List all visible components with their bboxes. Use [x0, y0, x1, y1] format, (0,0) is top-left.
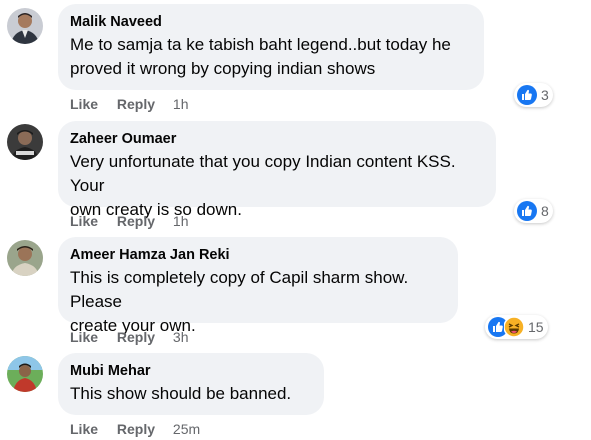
reaction-count: 8 [541, 203, 549, 219]
like-icon [517, 201, 537, 221]
reply-button[interactable]: Reply [117, 328, 155, 346]
avatar[interactable] [7, 8, 43, 44]
comment-text: Me to samja ta ke tabish baht legend..bu… [70, 35, 451, 78]
like-button[interactable]: Like [70, 212, 98, 230]
comment-actions: Like Reply 1h [70, 212, 189, 230]
comment-author[interactable]: Malik Naveed [70, 13, 472, 31]
like-button[interactable]: Like [70, 95, 98, 113]
comment-timestamp[interactable]: 1h [173, 95, 189, 113]
reaction-count: 3 [541, 87, 549, 103]
comment-author[interactable]: Ameer Hamza Jan Reki [70, 246, 446, 264]
comment-actions: Like Reply 25m [70, 420, 200, 438]
comment-actions: Like Reply 3h [70, 328, 189, 346]
comment-author[interactable]: Mubi Mehar [70, 362, 312, 380]
reaction-count: 15 [528, 319, 544, 335]
reaction-summary[interactable]: 3 [514, 83, 553, 107]
comment-timestamp[interactable]: 3h [173, 328, 189, 346]
comment-text: This show should be banned. [70, 384, 292, 403]
avatar[interactable] [7, 240, 43, 276]
comment-bubble: Malik Naveed Me to samja ta ke tabish ba… [58, 4, 484, 90]
comment-bubble: Ameer Hamza Jan Reki This is completely … [58, 237, 458, 335]
avatar[interactable] [7, 356, 43, 392]
like-button[interactable]: Like [70, 328, 98, 346]
comment-timestamp[interactable]: 1h [173, 212, 189, 230]
comment-bubble: Zaheer Oumaer Very unfortunate that you … [58, 121, 496, 219]
like-button[interactable]: Like [70, 420, 98, 438]
comment-timestamp[interactable]: 25m [173, 420, 200, 438]
reply-button[interactable]: Reply [117, 420, 155, 438]
reply-button[interactable]: Reply [117, 95, 155, 113]
reaction-summary[interactable]: 8 [514, 199, 553, 223]
comment-author[interactable]: Zaheer Oumaer [70, 130, 484, 148]
haha-icon [503, 316, 525, 338]
like-icon [517, 85, 537, 105]
comment-actions: Like Reply 1h [70, 95, 189, 113]
avatar[interactable] [7, 124, 43, 160]
reply-button[interactable]: Reply [117, 212, 155, 230]
comment-bubble: Mubi Mehar This show should be banned. [58, 353, 324, 415]
reaction-summary[interactable]: 15 [485, 315, 548, 339]
